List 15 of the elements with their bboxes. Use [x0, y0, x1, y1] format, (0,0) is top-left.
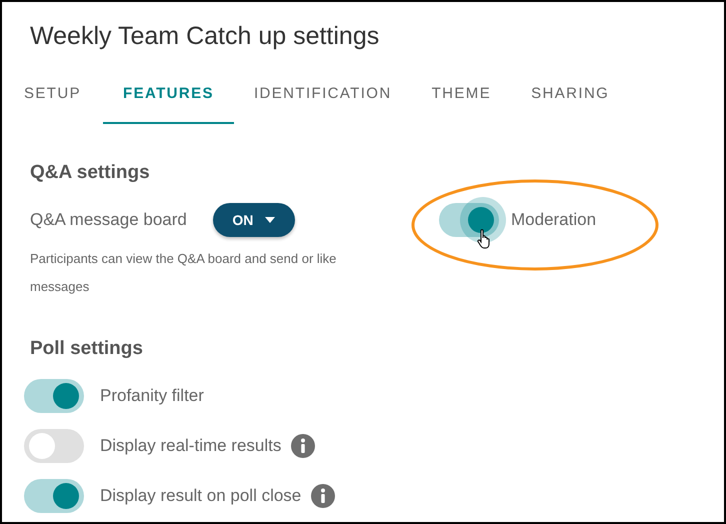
window-title: Weekly Team Catch up settings: [30, 22, 380, 51]
section-heading: Poll settings: [30, 338, 144, 360]
tab[interactable]: THEME: [412, 79, 512, 124]
tab[interactable]: FEATURES: [103, 79, 234, 124]
description-text: Participants can view the Q&A board and send or like messages: [30, 250, 338, 296]
setting-label: Display result on poll close: [100, 486, 302, 506]
tab[interactable]: SETUP: [2, 79, 104, 124]
setting-label: Q&A message board: [30, 210, 187, 230]
section-heading: Q&A settings: [30, 162, 151, 184]
setting-label: Display real-time results: [100, 436, 282, 456]
setting-label: Moderation: [511, 210, 596, 230]
tab[interactable]: IDENTIFICATION: [234, 79, 412, 124]
tab[interactable]: SHARING: [511, 79, 630, 124]
setting-label: Profanity filter: [100, 386, 204, 406]
dropdown-button[interactable]: ON: [212, 203, 295, 237]
